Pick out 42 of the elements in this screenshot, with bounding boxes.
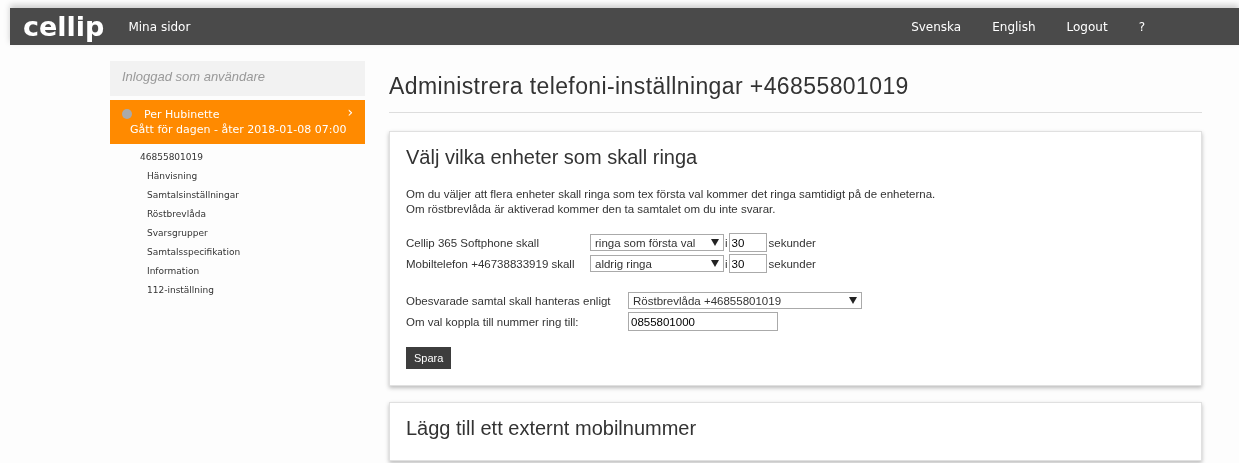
caret-icon	[849, 297, 857, 304]
unit-label: sekunder	[768, 257, 816, 270]
description-text: Om röstbrevlåda är aktiverad kommer den ta samtalet om du inte svarar.	[406, 202, 777, 217]
nav-link[interactable]: Svenska	[911, 19, 962, 34]
nav-link[interactable]: Mina sidor	[128, 19, 191, 34]
logo[interactable]: cellip	[23, 13, 105, 40]
save-button[interactable]: Spara	[406, 347, 452, 369]
nav-link[interactable]: Logout	[1066, 19, 1108, 34]
nav-link[interactable]: ?	[1138, 19, 1145, 34]
nav-link[interactable]: English	[992, 19, 1036, 34]
seconds-field[interactable]: 30	[728, 233, 767, 252]
device-label: Mobiltelefon +46738833919 skall	[406, 257, 576, 270]
chevron-icon: ›	[347, 104, 353, 120]
forward-number-field[interactable]: 0855801000	[628, 312, 778, 331]
ring-select[interactable]: ringa som första val	[590, 234, 724, 251]
forward-label: Om val koppla till nummer ring till:	[406, 315, 580, 328]
sidebar-item[interactable]: Hänvisning	[110, 162, 365, 181]
caret-icon	[711, 239, 719, 246]
sidebar-item[interactable]: Röstbrevlåda	[110, 200, 365, 219]
user-status: Gått för dagen - åter 2018-01-08 07:00	[130, 123, 348, 136]
status-dot	[122, 109, 132, 119]
sidebar-item[interactable]: 46855801019	[110, 144, 365, 162]
caret-icon	[711, 260, 719, 267]
device-label: Cellip 365 Softphone skall	[406, 236, 540, 249]
unanswered-select[interactable]: Röstbrevlåda +46855801019	[628, 292, 862, 309]
unit-label: sekunder	[768, 236, 816, 249]
sidebar-item[interactable]: Samtalsinställningar	[110, 181, 365, 200]
in-label: i	[725, 257, 728, 270]
sidebar-item[interactable]: Information	[110, 257, 365, 276]
unanswered-label: Obesvarade samtal skall hanteras enligt	[406, 294, 612, 307]
in-label: i	[725, 236, 728, 249]
ring-select[interactable]: aldrig ringa	[590, 255, 724, 272]
card-title: Välj vilka enheter som skall ringa	[406, 146, 699, 169]
sidebar-item[interactable]: Samtalsspecifikation	[110, 238, 365, 257]
description-text: Om du väljer att flera enheter skall ringa som tex första val kommer det ringa samtidigt på de enheterna.	[406, 187, 937, 202]
user-name: Per Hubinette	[144, 108, 221, 121]
sidebar-item[interactable]: Svarsgrupper	[110, 219, 365, 238]
sidebar-item[interactable]: 112-inställning	[110, 276, 365, 295]
card-title: Lägg till ett externt mobilnummer	[406, 417, 698, 440]
sidebar-header: Inloggad som användare	[110, 61, 365, 96]
seconds-field[interactable]: 30	[728, 254, 767, 273]
page-title: Administrera telefoni-inställningar +46855801019	[389, 73, 1202, 113]
